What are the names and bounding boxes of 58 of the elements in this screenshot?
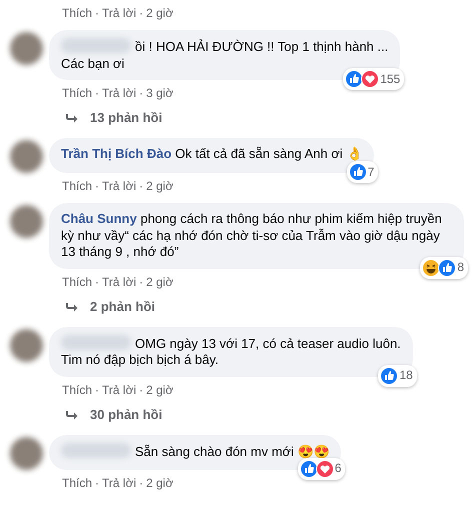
comment-text: OMG ngày 13 với 17, có cả teaser audio luôn. Tim nó đập bịch bịch á bây. xyxy=(61,336,401,367)
comment-text: ồi ! HOA HẢI ĐƯỜNG !! Top 1 thịnh hành ... Các bạn ơi xyxy=(61,39,388,70)
like-link[interactable]: Thích xyxy=(62,6,92,20)
avatar xyxy=(10,328,43,362)
separator-dot: · xyxy=(95,382,100,396)
separator-dot: · xyxy=(139,179,144,193)
reply-link[interactable]: Trả lời xyxy=(102,274,136,288)
reply-link[interactable]: Trả lời xyxy=(102,86,136,100)
reply-arrow-icon xyxy=(66,410,78,420)
comment-text: Trần Thị Bích Đào Ok tất cả đã sẵn sàng Anh ơi 👌 xyxy=(61,146,362,161)
reaction-count: 155 xyxy=(380,70,400,88)
view-replies-link[interactable]: 2 phản hồi xyxy=(10,294,464,322)
separator-dot: · xyxy=(95,476,100,490)
avatar xyxy=(10,140,43,173)
separator-dot: · xyxy=(139,86,144,100)
reply-link[interactable]: Trả lời xyxy=(102,179,136,193)
comment-time: 2 giờ xyxy=(146,476,174,490)
reaction-summary[interactable]: 6 xyxy=(298,458,346,480)
separator-dot: · xyxy=(139,382,144,396)
like-link[interactable]: Thích xyxy=(62,274,92,288)
avatar xyxy=(10,32,43,65)
reaction-summary[interactable]: 7 xyxy=(346,161,378,183)
comment-text: Châu Sunny phong cách ra thông báo như phim kiếm hiệp truyền kỳ như vầy“ các hạ nhớ đón chờ ti-sơ của Trẫm vào giờ dậu ngày 13 tháng 9 , nhớ đó” xyxy=(61,211,442,259)
comment-time: 2 giờ xyxy=(146,382,174,396)
reply-link[interactable]: Trả lời xyxy=(102,476,136,490)
comment-time: 2 giờ xyxy=(146,179,174,193)
view-replies-link[interactable]: 13 phản hồi xyxy=(10,106,464,134)
reply-arrow-icon xyxy=(66,302,78,312)
comment-time: 3 giờ xyxy=(146,86,174,100)
reply-arrow-icon xyxy=(66,113,78,123)
reply-link[interactable]: Trả lời xyxy=(102,6,136,20)
reaction-count: 7 xyxy=(368,164,374,180)
avatar xyxy=(10,205,43,238)
separator-dot: · xyxy=(139,476,144,490)
reaction-summary[interactable]: 8 xyxy=(420,256,468,278)
separator-dot: · xyxy=(95,86,100,100)
like-link[interactable]: Thích xyxy=(62,86,92,100)
separator-dot: · xyxy=(95,274,100,288)
separator-dot: · xyxy=(95,6,100,20)
comment-author[interactable]: Châu Sunny xyxy=(61,211,137,226)
reaction-summary[interactable]: 155 xyxy=(343,68,404,90)
separator-dot: · xyxy=(139,6,144,20)
comment-time: 2 giờ xyxy=(146,274,174,288)
separator-dot: · xyxy=(139,274,144,288)
like-link[interactable]: Thích xyxy=(62,476,92,490)
reaction-count: 8 xyxy=(457,259,464,276)
comment-time: 2 giờ xyxy=(146,6,174,20)
reply-link[interactable]: Trả lời xyxy=(102,382,136,396)
like-link[interactable]: Thích xyxy=(62,382,92,396)
reaction-count: 18 xyxy=(399,367,413,384)
reaction-summary[interactable]: 18 xyxy=(378,364,417,386)
view-replies-link[interactable]: 30 phản hồi xyxy=(10,402,464,430)
separator-dot: · xyxy=(95,179,100,193)
reaction-count: 6 xyxy=(334,460,342,477)
avatar xyxy=(10,436,43,470)
comment-text: Sẵn sàng chào đón mv mới 😍😍 xyxy=(135,444,330,458)
like-link[interactable]: Thích xyxy=(62,179,92,193)
comment-author[interactable]: Trần Thị Bích Đào xyxy=(61,146,172,161)
